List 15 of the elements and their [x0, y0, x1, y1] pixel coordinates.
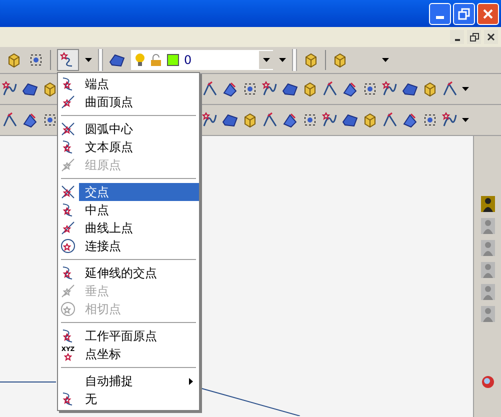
menu-item[interactable]: 无 — [79, 390, 199, 408]
menu-item[interactable]: 曲线上点 — [79, 219, 199, 237]
menu-item[interactable]: 文本原点 — [79, 138, 199, 156]
menu-item[interactable]: 中点 — [79, 201, 199, 219]
menu-item[interactable]: 交点 — [79, 183, 199, 201]
menu-item[interactable]: 延伸线的交点 — [79, 264, 199, 282]
menu-item[interactable]: 点坐标 — [79, 345, 199, 363]
menu-item[interactable]: 连接点 — [79, 237, 199, 255]
layer-combo[interactable]: 0 — [131, 50, 273, 70]
menu-item[interactable]: 圆弧中心 — [79, 120, 199, 138]
layer-value: 0 — [184, 52, 193, 69]
menu-item[interactable]: 自动捕捉 — [79, 372, 199, 390]
menu-item[interactable]: 工作平面原点 — [79, 327, 199, 345]
menu-item[interactable]: 曲面顶点 — [79, 93, 199, 111]
menu-item[interactable]: 端点 — [79, 75, 199, 93]
